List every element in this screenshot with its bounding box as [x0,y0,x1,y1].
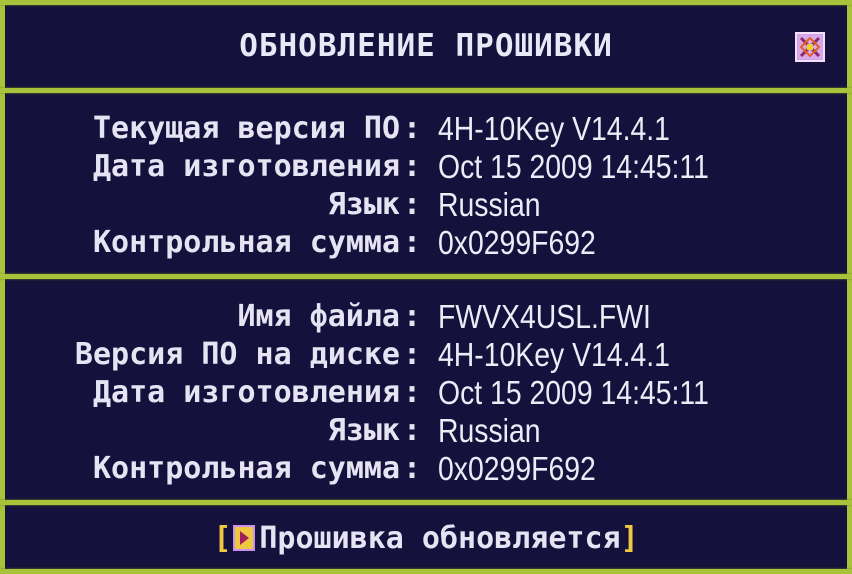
dialog-title: ОБНОВЛЕНИЕ ПРОШИВКИ [239,28,613,64]
disk-version-row: Версия ПО на диске : 4H-10Key V14.4.1 [74,336,670,373]
disk-build-date-row: Дата изготовления : Oct 15 2009 14:45:11 [92,374,709,411]
section-divider [0,274,852,279]
header-divider [0,88,852,93]
disk-filename-row: Имя файла : FWVX4USL.FWI [237,298,651,335]
current-language-row: Язык : Russian [327,186,541,223]
current-language-value: Russian [438,186,541,223]
current-checksum-label: Контрольная сумма [92,225,400,260]
status-close-bracket: ] [620,521,639,556]
status-open-bracket: [ [213,521,232,556]
disk-checksum-label: Контрольная сумма [92,451,400,486]
disk-checksum-value: 0x0299F692 [438,450,596,487]
bottom-border [0,569,852,574]
disk-checksum-row: Контрольная сумма : 0x0299F692 [92,450,596,487]
close-icon[interactable] [795,32,825,62]
firmware-update-screen: ОБНОВЛЕНИЕ ПРОШИВКИ Текущая версия ПО : … [0,0,852,574]
disk-filename-label: Имя файла [237,299,400,334]
current-language-label: Язык [327,187,400,222]
current-checksum-value: 0x0299F692 [438,224,596,261]
disk-version-value: 4H-10Key V14.4.1 [438,336,670,373]
current-build-date-label: Дата изготовления [92,149,400,184]
update-status[interactable]: [ Прошивка обновляется] [0,520,852,558]
top-border [0,0,852,5]
current-version-value: 4H-10Key V14.4.1 [438,110,670,147]
current-version-label: Текущая версия ПО [92,111,400,146]
disk-language-label: Язык [327,413,400,448]
current-checksum-row: Контрольная сумма : 0x0299F692 [92,224,596,261]
disk-build-date-label: Дата изготовления [92,375,400,410]
footer-divider [0,500,852,505]
current-build-date-row: Дата изготовления : Oct 15 2009 14:45:11 [92,148,709,185]
disk-language-row: Язык : Russian [327,412,541,449]
current-build-date-value: Oct 15 2009 14:45:11 [438,148,709,185]
play-icon [233,525,256,551]
current-version-row: Текущая версия ПО : 4H-10Key V14.4.1 [92,110,670,147]
status-text: Прошивка обновляется [259,521,621,556]
disk-filename-value: FWVX4USL.FWI [438,298,651,335]
disk-language-value: Russian [438,412,541,449]
disk-version-label: Версия ПО на диске [74,337,400,372]
disk-build-date-value: Oct 15 2009 14:45:11 [438,374,709,411]
